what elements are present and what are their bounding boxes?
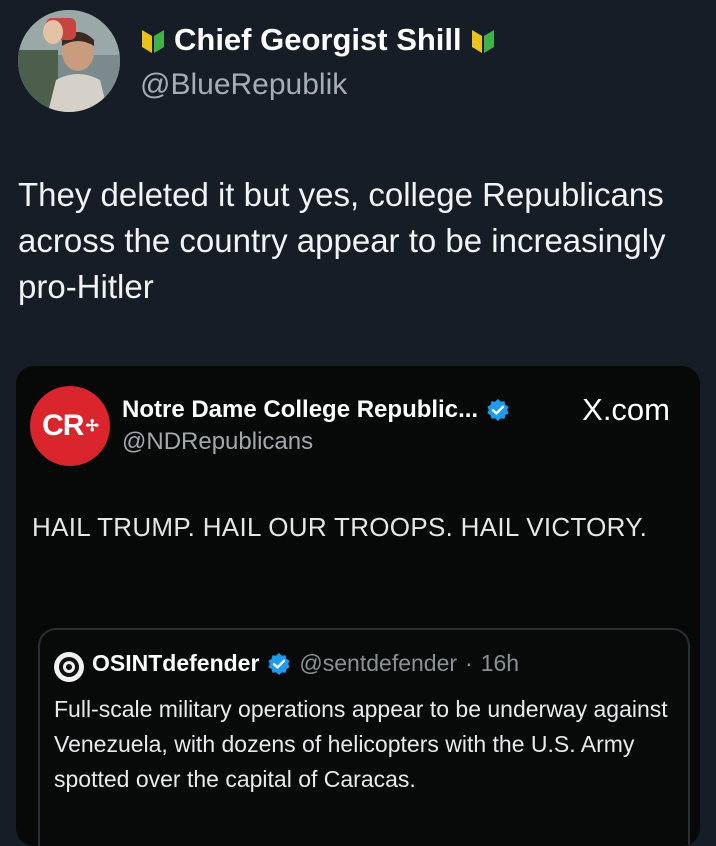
author-display-name: Chief Georgist Shill xyxy=(174,22,462,57)
quoted-post-text: Full-scale military operations appear to… xyxy=(54,696,668,792)
profile-photo-icon xyxy=(18,10,120,112)
author-handle[interactable]: @BlueRepublik xyxy=(140,68,347,102)
logo-text: CR xyxy=(42,409,84,442)
tweet-text: They deleted it but yes, college Republi… xyxy=(18,176,666,305)
quoted-post-header: OSINTdefender @sentdefender · 16h xyxy=(92,650,519,677)
verified-badge-icon xyxy=(487,399,509,421)
embed-text: HAIL TRUMP. HAIL OUR TROOPS. HAIL VICTOR… xyxy=(32,512,648,542)
embed-author-name-row[interactable]: Notre Dame College Republic... xyxy=(122,396,510,424)
author-name-row[interactable]: Chief Georgist Shill xyxy=(140,22,496,58)
quoted-display-name[interactable]: OSINTdefender xyxy=(92,650,259,677)
osint-avatar xyxy=(54,652,84,682)
embed-handle[interactable]: @NDRepublicans xyxy=(122,428,313,456)
source-label[interactable]: X.com xyxy=(582,392,670,428)
green-yellow-leaf-icon xyxy=(471,30,494,53)
cr-logo: CR ✢ xyxy=(30,386,110,466)
quoted-timestamp[interactable]: 16h xyxy=(481,650,519,677)
logo-plus-icon: ✢ xyxy=(85,418,98,435)
quoted-post-card[interactable]: OSINTdefender @sentdefender · 16h Full-sca… xyxy=(38,628,690,846)
verified-badge-icon xyxy=(268,652,291,675)
avatar[interactable] xyxy=(18,10,120,112)
green-yellow-leaf-icon xyxy=(142,30,164,53)
quoted-handle[interactable]: @sentdefender xyxy=(299,650,457,677)
embed-display-name: Notre Dame College Republic... xyxy=(122,396,479,423)
eye-logo-icon xyxy=(59,657,79,677)
embedded-post-card[interactable]: CR ✢ Notre Dame College Republic... @NDRe… xyxy=(16,366,700,846)
time-separator: · xyxy=(465,650,473,676)
